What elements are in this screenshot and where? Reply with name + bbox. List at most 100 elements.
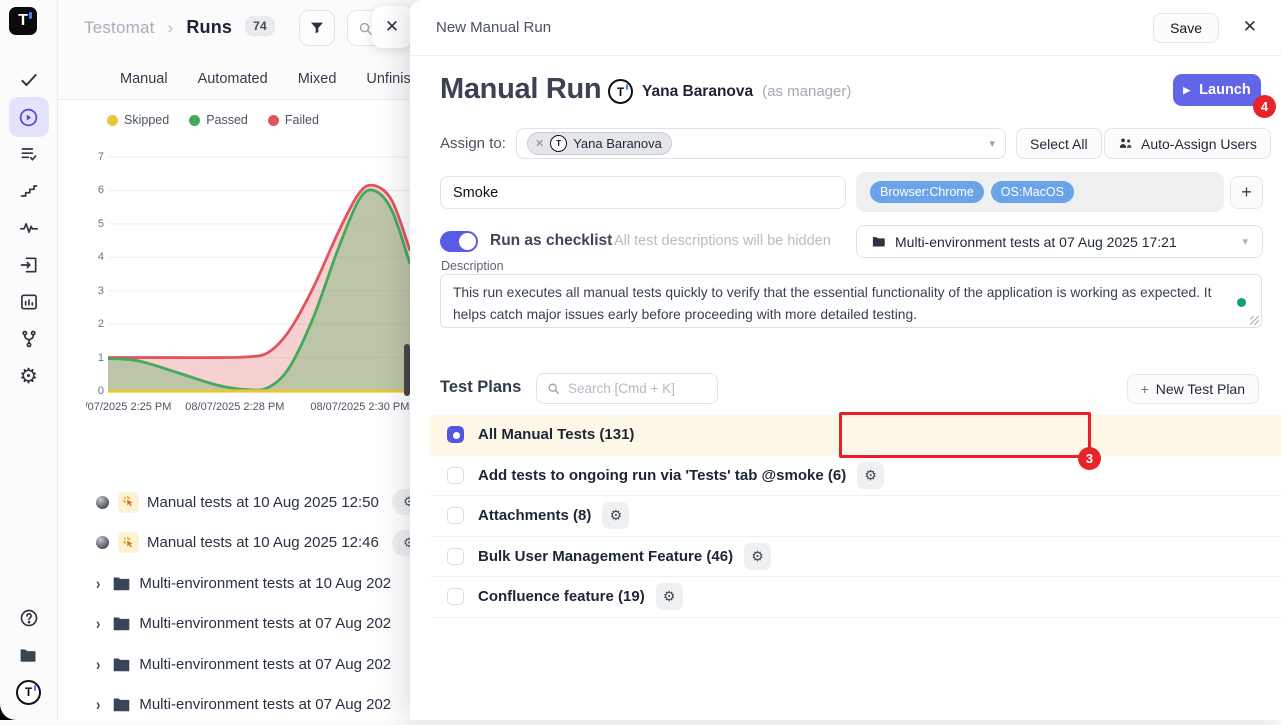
manager-avatar: T: [608, 79, 633, 104]
assignees-select[interactable]: ✕ T Yana Baranova ▾: [516, 128, 1006, 159]
tests-check-icon[interactable]: [9, 60, 49, 100]
save-button[interactable]: Save: [1153, 13, 1219, 43]
breadcrumb-project[interactable]: Testomat: [84, 18, 155, 37]
chip-remove-icon[interactable]: ✕: [535, 137, 544, 150]
run-title: Manual tests at 10 Aug 2025 12:50: [147, 494, 379, 511]
close-icon: ✕: [385, 17, 399, 37]
run-group-title: Multi-environment tests at 10 Aug 202: [139, 575, 391, 592]
chart-legend: SkippedPassedFailed: [107, 113, 319, 127]
search-icon: [358, 21, 373, 36]
test-plan-row[interactable]: Bulk User Management Feature (46) ⚙: [430, 537, 1281, 578]
chevron-right-icon[interactable]: ›: [96, 655, 100, 674]
tab-unfinished[interactable]: Unfinished: [366, 71, 410, 87]
run-settings-gear-icon[interactable]: ⚙: [392, 489, 410, 515]
runs-count-badge: 74: [245, 16, 275, 36]
template-select[interactable]: Multi-environment tests at 07 Aug 2025 1…: [856, 225, 1263, 258]
milestones-steps-icon[interactable]: [9, 171, 49, 211]
run-list-item[interactable]: ›Multi-environment tests at 07 Aug 202: [58, 685, 410, 725]
test-plan-checkbox[interactable]: [447, 588, 464, 605]
run-list-item[interactable]: ›Multi-environment tests at 07 Aug 202: [58, 644, 410, 685]
description-label: Description: [441, 259, 504, 273]
auto-assign-users-button[interactable]: Auto-Assign Users: [1104, 128, 1271, 159]
testomat-logo-icon[interactable]: T: [9, 7, 37, 35]
chevron-down-icon: ▾: [1242, 235, 1248, 248]
run-list-item[interactable]: ›Multi-environment tests at 07 Aug 202: [58, 604, 410, 645]
run-status-icon: [96, 496, 109, 509]
filter-button[interactable]: [299, 10, 335, 46]
test-plan-checkbox[interactable]: [447, 548, 464, 565]
chevron-right-icon[interactable]: ›: [96, 614, 100, 633]
add-tag-button[interactable]: +: [1230, 176, 1263, 209]
analytics-bar-chart-icon[interactable]: [9, 282, 49, 322]
test-plan-row[interactable]: Attachments (8)⚙: [430, 496, 1281, 537]
chevron-down-icon: ▾: [989, 137, 995, 150]
runs-play-circle-icon[interactable]: [9, 97, 49, 137]
window-corner: [0, 704, 16, 720]
breadcrumb-page: Runs: [186, 17, 232, 37]
play-icon: ▶: [1183, 85, 1190, 96]
assign-to-label: Assign to:: [440, 135, 506, 152]
environment-tag[interactable]: OS:MacOS: [991, 181, 1074, 203]
select-all-button[interactable]: Select All: [1016, 128, 1102, 159]
folder-icon: [113, 576, 130, 591]
test-plan-checkbox[interactable]: [447, 507, 464, 524]
tab-automated[interactable]: Automated: [198, 71, 268, 87]
branch-icon[interactable]: [9, 319, 49, 359]
breadcrumb-separator: ›: [168, 18, 174, 37]
manager-role-note: (as manager): [762, 83, 851, 100]
projects-folder-icon[interactable]: [9, 635, 49, 675]
test-plan-row[interactable]: All Manual Tests (131): [430, 415, 1281, 456]
legend-item-skipped: Skipped: [107, 113, 169, 127]
close-search-button[interactable]: ✕: [372, 6, 412, 48]
test-plan-row[interactable]: Confluence feature (19) ⚙: [430, 577, 1281, 618]
x-tick-label: 08/07/2025 2:25 PM: [86, 401, 171, 413]
test-plans-list-check-icon[interactable]: [9, 134, 49, 174]
test-plan-gear-icon[interactable]: ⚙: [857, 462, 884, 489]
run-list-item[interactable]: Manual tests at 10 Aug 2025 12:50 ⚙: [58, 482, 410, 523]
environment-tag[interactable]: Browser:Chrome: [870, 181, 984, 203]
runs-list: Manual tests at 10 Aug 2025 12:50⚙Manual…: [58, 482, 410, 725]
modal-close-icon[interactable]: ✕: [1243, 17, 1257, 37]
new-manual-run-modal: New Manual Run Save ✕ Manual Run T Yana …: [410, 0, 1281, 720]
launch-button[interactable]: ▶ Launch: [1173, 74, 1261, 106]
test-plan-checkbox[interactable]: [447, 467, 464, 484]
run-list-item[interactable]: › Multi-environment tests at 10 Aug 202: [58, 563, 410, 604]
run-settings-gear-icon[interactable]: ⚙: [392, 530, 410, 556]
tab-mixed[interactable]: Mixed: [298, 71, 337, 87]
resize-handle[interactable]: [1250, 316, 1259, 325]
test-plan-gear-icon[interactable]: ⚙: [744, 543, 771, 570]
manual-run-click-icon: [118, 492, 139, 513]
activity-pulse-icon[interactable]: [9, 208, 49, 248]
test-plan-gear-icon[interactable]: ⚙: [602, 502, 629, 529]
chart-y-axis: 01234567: [84, 150, 104, 400]
run-list-item[interactable]: Manual tests at 10 Aug 2025 12:46⚙: [58, 523, 410, 564]
tab-manual[interactable]: Manual: [120, 71, 168, 87]
test-plan-gear-icon[interactable]: ⚙: [656, 583, 683, 610]
help-icon[interactable]: [9, 598, 49, 638]
environment-tags[interactable]: Browser:Chrome OS:MacOS: [856, 172, 1224, 212]
test-plan-list: All Manual Tests (131) Add tests to ongoi…: [430, 415, 1281, 618]
test-plan-checkbox[interactable]: [447, 426, 464, 443]
test-plan-row[interactable]: Add tests to ongoing run via 'Tests' tab…: [430, 456, 1281, 497]
folder-icon: [113, 616, 130, 631]
import-icon[interactable]: [9, 245, 49, 285]
test-plan-label: Add tests to ongoing run via 'Tests' tab…: [478, 467, 846, 484]
page-title: Manual Run: [440, 73, 601, 106]
top-bar: Testomat › Runs 74 ✕: [58, 0, 410, 56]
x-tick-label: 08/07/2025 2:30 PM: [310, 401, 409, 413]
legend-item-passed: Passed: [189, 113, 248, 127]
run-as-checklist-toggle[interactable]: [440, 231, 478, 252]
test-plan-label: Bulk User Management Feature (46): [478, 548, 733, 565]
manager-name: Yana Baranova: [642, 83, 753, 101]
breadcrumb: Testomat › Runs 74: [84, 16, 275, 38]
description-textarea[interactable]: This run executes all manual tests quick…: [440, 274, 1262, 328]
test-plan-label: Confluence feature (19): [478, 588, 645, 605]
test-plans-search[interactable]: [536, 373, 718, 404]
assignee-chip[interactable]: ✕ T Yana Baranova: [527, 132, 672, 155]
chevron-right-icon[interactable]: ›: [96, 574, 100, 593]
settings-gear-icon[interactable]: ⚙: [9, 356, 49, 396]
test-plans-search-input[interactable]: [568, 381, 698, 396]
chevron-right-icon[interactable]: ›: [96, 695, 100, 714]
run-title-input[interactable]: [440, 176, 846, 209]
new-test-plan-button[interactable]: + New Test Plan: [1127, 374, 1259, 404]
